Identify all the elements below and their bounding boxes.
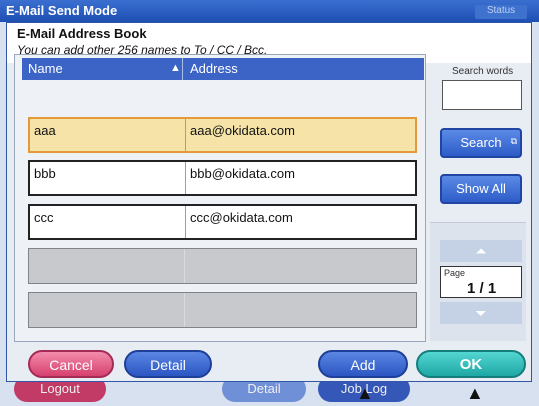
dialog-title: E-Mail Address Book (17, 26, 147, 41)
row-name: bbb (34, 166, 56, 181)
column-name-header[interactable]: Name (28, 61, 63, 76)
cancel-button[interactable]: Cancel (28, 350, 114, 378)
cell-divider (185, 119, 186, 151)
show-all-button[interactable]: Show All (440, 174, 522, 204)
cell-divider (184, 293, 185, 327)
table-row-ccc[interactable]: ccc ccc@okidata.com (28, 204, 417, 240)
page-label: Page (444, 268, 466, 278)
row-address: bbb@okidata.com (190, 166, 295, 181)
row-address: ccc@okidata.com (190, 210, 293, 225)
pointer-cursor-icon: ▲ (466, 383, 484, 403)
table-header: Name ▲ Address (22, 58, 424, 80)
column-address-header[interactable]: Address (190, 61, 238, 76)
ok-button[interactable]: OK (416, 350, 526, 378)
row-name: aaa (34, 123, 56, 138)
row-name: ccc (34, 210, 54, 225)
row-address: aaa@okidata.com (190, 123, 295, 138)
page-up-button[interactable]: ⏶ (440, 240, 522, 262)
search-input[interactable] (442, 80, 522, 110)
search-button[interactable]: Search ⧉ (440, 128, 522, 158)
window-titlebar: E-Mail Send Mode Status (0, 0, 539, 22)
detail-button[interactable]: Detail (124, 350, 212, 378)
window-title: E-Mail Send Mode (6, 3, 118, 18)
popup-icon: ⧉ (510, 136, 517, 146)
cell-divider (185, 206, 186, 238)
double-chevron-down-icon: ⏷ (475, 305, 487, 321)
search-words-label: Search words (452, 66, 514, 77)
table-row-bbb[interactable]: bbb bbb@okidata.com (28, 160, 417, 196)
cell-divider (185, 162, 186, 194)
search-button-label: Search (460, 135, 502, 150)
sort-ascending-icon[interactable]: ▲ (170, 62, 181, 74)
table-row-empty (28, 292, 417, 328)
pointer-cursor-icon: ▲ (356, 383, 374, 403)
header-divider (182, 58, 183, 80)
cell-divider (184, 249, 185, 283)
page-indicator: Page 1 / 1 (440, 266, 522, 298)
add-button[interactable]: Add (318, 350, 408, 378)
page-down-button[interactable]: ⏷ (440, 302, 522, 324)
show-all-label: Show All (456, 181, 506, 196)
table-row-empty (28, 248, 417, 284)
page-value: 1 / 1 (467, 280, 497, 297)
table-row-aaa[interactable]: aaa aaa@okidata.com (28, 117, 417, 153)
double-chevron-up-icon: ⏶ (475, 243, 487, 259)
status-button[interactable]: Status (475, 5, 527, 19)
